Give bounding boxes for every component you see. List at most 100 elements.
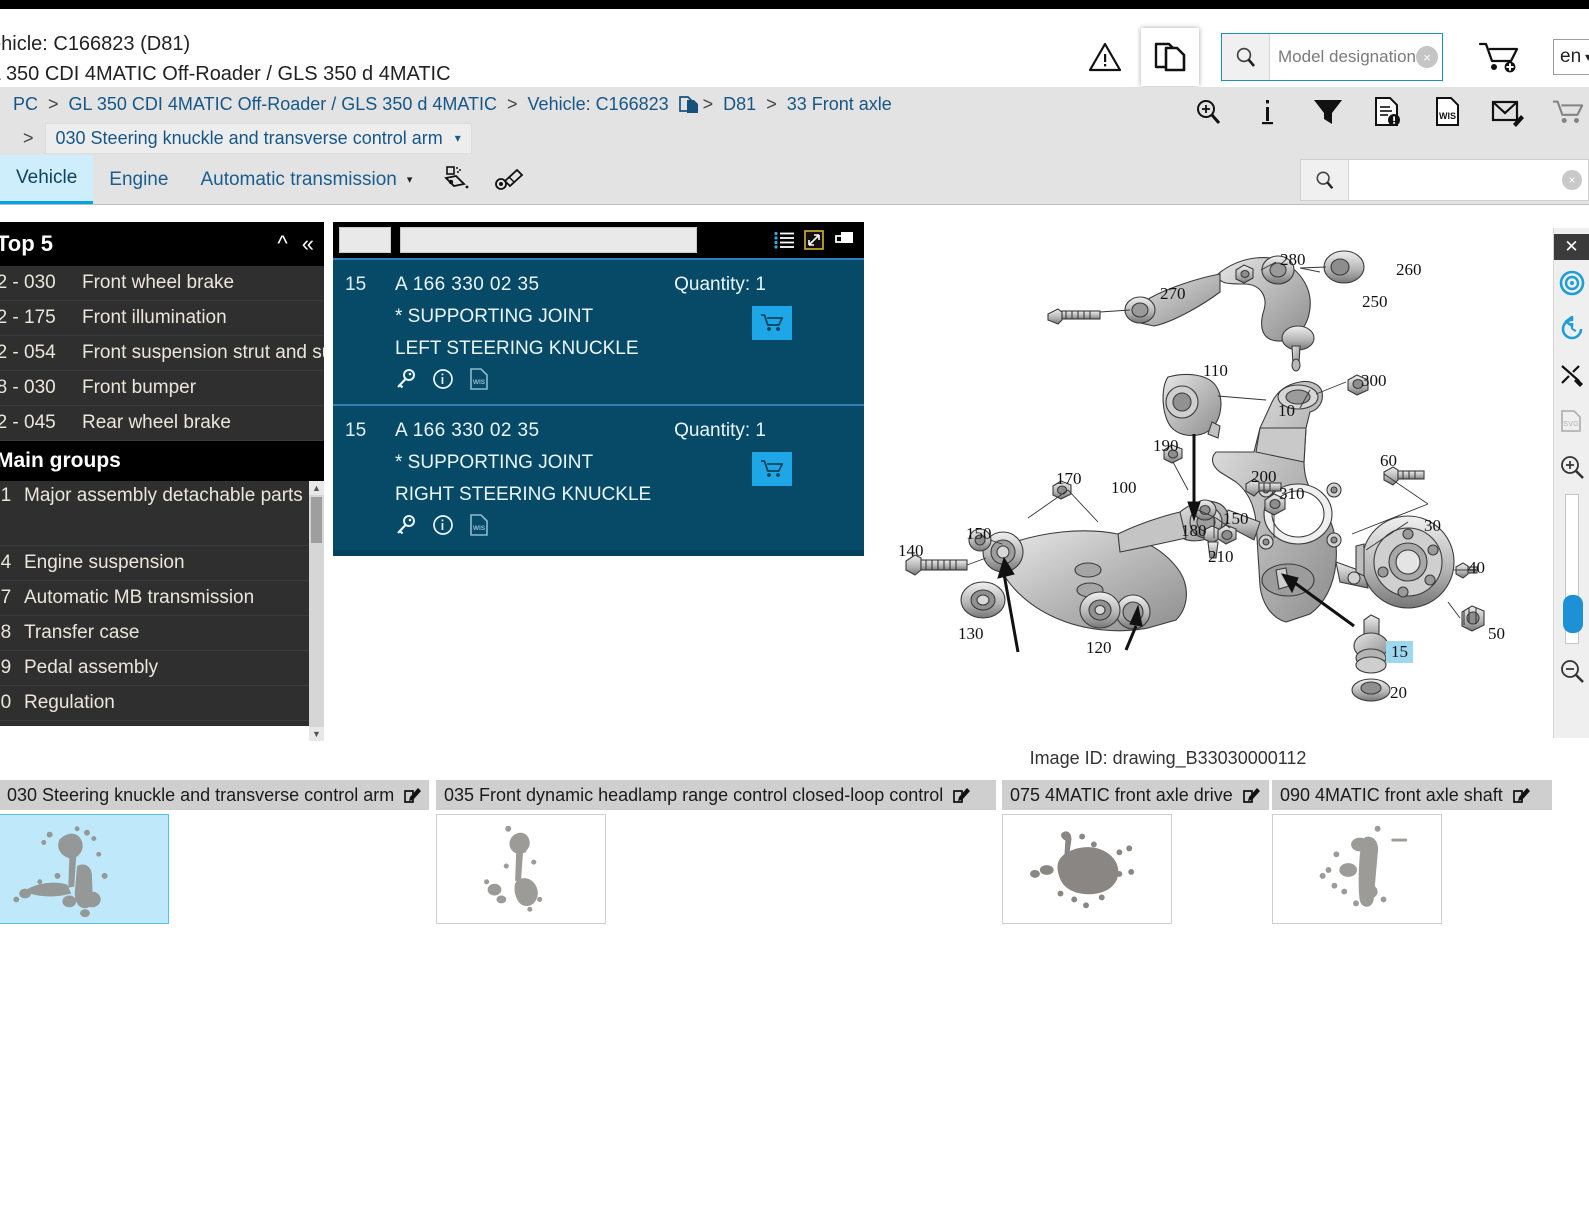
hide-markers-icon[interactable] bbox=[1554, 352, 1589, 398]
copy-documents-icon[interactable] bbox=[1141, 28, 1199, 86]
wis-document-icon[interactable]: WIS bbox=[1431, 93, 1465, 131]
thumbnail-group-1[interactable]: 035 Front dynamic headlamp range control… bbox=[436, 780, 996, 924]
scroll-down-icon[interactable]: ▼ bbox=[309, 727, 324, 741]
target-icon[interactable] bbox=[1554, 260, 1589, 306]
breadcrumb-current-label: 030 Steering knuckle and transverse cont… bbox=[55, 127, 443, 148]
top5-label: Front suspension strut and su... bbox=[82, 342, 324, 363]
sidebar-item-group-24[interactable]: 24 Engine suspension bbox=[0, 546, 324, 581]
sidebar-item-group-28[interactable]: 28 Transfer case bbox=[0, 616, 324, 651]
callout-180: 180 bbox=[1181, 521, 1207, 540]
parts-row-2[interactable]: 15 A 166 330 02 35 * SUPPORTING JOINT RI… bbox=[333, 404, 864, 550]
part-row-icons: WIS bbox=[395, 368, 864, 390]
language-selector[interactable]: en ▾ bbox=[1553, 39, 1589, 75]
thumbnail-group-2[interactable]: 075 4MATIC front axle drive bbox=[1002, 780, 1269, 924]
callout-120: 120 bbox=[1086, 638, 1112, 657]
key-icon[interactable] bbox=[395, 368, 417, 390]
tab-automatic-transmission[interactable]: Automatic transmission ▾ bbox=[184, 155, 428, 204]
svg-export-icon[interactable]: SVG bbox=[1554, 398, 1589, 444]
breadcrumb-current-node[interactable]: 030 Steering knuckle and transverse cont… bbox=[44, 122, 472, 154]
tab-search-input[interactable] bbox=[1349, 160, 1588, 200]
thumbnail-caption-2[interactable]: 075 4MATIC front axle drive bbox=[1002, 780, 1269, 810]
breadcrumb-item-pc[interactable]: PC bbox=[13, 94, 38, 115]
sidebar-item-group-30[interactable]: 30 Regulation bbox=[0, 686, 324, 721]
clear-tab-search-icon[interactable]: × bbox=[1562, 170, 1582, 190]
info-circle-icon[interactable] bbox=[432, 514, 454, 536]
clear-model-search-icon[interactable]: × bbox=[1416, 46, 1438, 68]
main-groups-scrollbar[interactable]: ▲ ▼ bbox=[309, 481, 324, 741]
sidebar-item-group-21[interactable]: 21 Major assembly detachable parts bbox=[0, 481, 324, 546]
edit-icon[interactable] bbox=[404, 787, 422, 804]
callout-15-highlighted[interactable]: 15 bbox=[1386, 641, 1413, 663]
list-view-icon[interactable] bbox=[774, 231, 794, 249]
breadcrumb-sep: > bbox=[507, 93, 518, 114]
scroll-up-icon[interactable]: ▲ bbox=[309, 481, 324, 495]
warning-triangle-icon[interactable] bbox=[1083, 35, 1127, 79]
callout-300: 300 bbox=[1361, 371, 1387, 390]
thumbnail-image-1[interactable] bbox=[436, 814, 606, 924]
part-desc-secondary: LEFT STEERING KNUCKLE bbox=[395, 338, 639, 359]
edit-icon[interactable] bbox=[953, 787, 971, 804]
parts-row-1[interactable]: 15 A 166 330 02 35 * SUPPORTING JOINT LE… bbox=[333, 258, 864, 404]
parts-filter-text-field[interactable] bbox=[400, 227, 697, 253]
document-alert-icon[interactable] bbox=[1371, 93, 1405, 131]
parts-filter-pos-field[interactable] bbox=[339, 227, 391, 253]
thumbnail-group-0[interactable]: 030 Steering knuckle and transverse cont… bbox=[0, 780, 429, 924]
double-chevron-left-icon[interactable]: « bbox=[302, 231, 314, 257]
info-circle-icon[interactable] bbox=[432, 368, 454, 390]
copy-icon[interactable] bbox=[834, 230, 856, 250]
chevron-up-icon[interactable]: ^ bbox=[277, 231, 287, 257]
zoom-slider[interactable] bbox=[1562, 494, 1583, 644]
filter-icon[interactable] bbox=[1311, 93, 1345, 131]
callout-200: 200 bbox=[1251, 467, 1277, 486]
tab-search-box[interactable]: × bbox=[1300, 159, 1589, 201]
thumbnail-image-0[interactable] bbox=[0, 814, 169, 924]
breadcrumb-item-front-axle[interactable]: 33 Front axle bbox=[787, 94, 892, 115]
drawing-canvas[interactable]: 280 260 270 250 110 300 10 190 60 170 10… bbox=[868, 222, 1548, 726]
zoom-slider-handle[interactable] bbox=[1562, 595, 1583, 633]
tool-bolt-icon[interactable] bbox=[490, 161, 528, 199]
edit-icon[interactable] bbox=[1512, 787, 1530, 804]
sidebar-item-top5-0[interactable]: 42 - 030 Front wheel brake bbox=[0, 266, 324, 301]
copy-icon[interactable] bbox=[678, 93, 700, 115]
wis-document-icon[interactable]: WIS bbox=[469, 368, 489, 390]
sidebar-item-top5-2[interactable]: 82 - 054 Front suspension strut and su..… bbox=[0, 336, 324, 371]
thumbnail-image-3[interactable] bbox=[1272, 814, 1442, 924]
mail-edit-icon[interactable] bbox=[1491, 93, 1525, 131]
paint-spray-icon[interactable] bbox=[438, 161, 476, 199]
sidebar-item-top5-1[interactable]: 82 - 175 Front illumination bbox=[0, 301, 324, 336]
wis-document-icon[interactable]: WIS bbox=[469, 514, 489, 536]
rotate-history-icon[interactable] bbox=[1554, 306, 1589, 352]
tab-vehicle[interactable]: Vehicle bbox=[0, 155, 94, 204]
breadcrumb-item-vehicle[interactable]: Vehicle: C166823 bbox=[528, 94, 669, 115]
cart-icon[interactable] bbox=[1551, 93, 1585, 131]
expand-icon[interactable] bbox=[804, 230, 824, 250]
sidebar-item-group-29[interactable]: 29 Pedal assembly bbox=[0, 651, 324, 686]
callout-20: 20 bbox=[1390, 683, 1407, 702]
breadcrumb-item-model[interactable]: GL 350 CDI 4MATIC Off-Roader / GLS 350 d… bbox=[69, 94, 498, 115]
sidebar-item-top5-3[interactable]: 88 - 030 Front bumper bbox=[0, 371, 324, 406]
add-to-cart-icon[interactable] bbox=[1471, 40, 1531, 74]
scrollbar-thumb[interactable] bbox=[311, 497, 322, 543]
sidebar-item-group-27[interactable]: 27 Automatic MB transmission bbox=[0, 581, 324, 616]
module-tabbar: Vehicle Engine Automatic transmission ▾ bbox=[0, 155, 1589, 205]
zoom-in-icon[interactable] bbox=[1554, 444, 1589, 490]
add-part-to-cart-button[interactable] bbox=[752, 306, 792, 340]
zoom-out-icon[interactable] bbox=[1554, 648, 1589, 694]
sidebar-item-top5-4[interactable]: 42 - 045 Rear wheel brake bbox=[0, 406, 324, 441]
model-search-box[interactable]: × bbox=[1221, 33, 1443, 81]
tab-engine[interactable]: Engine bbox=[93, 155, 184, 204]
breadcrumb-item-d81[interactable]: D81 bbox=[723, 94, 756, 115]
thumbnail-caption-3[interactable]: 090 4MATIC front axle shaft bbox=[1272, 780, 1552, 810]
thumbnail-image-2[interactable] bbox=[1002, 814, 1172, 924]
thumbnail-caption-0[interactable]: 030 Steering knuckle and transverse cont… bbox=[0, 780, 429, 810]
info-icon[interactable] bbox=[1251, 93, 1285, 131]
quantity-label: Quantity: bbox=[674, 274, 751, 295]
technical-drawing-viewer[interactable]: 280 260 270 250 110 300 10 190 60 170 10… bbox=[868, 222, 1589, 726]
thumbnail-group-3[interactable]: 090 4MATIC front axle shaft bbox=[1272, 780, 1552, 924]
zoom-in-icon[interactable] bbox=[1191, 93, 1225, 131]
key-icon[interactable] bbox=[395, 514, 417, 536]
add-part-to-cart-button[interactable] bbox=[752, 452, 792, 486]
edit-icon[interactable] bbox=[1242, 787, 1260, 804]
close-icon[interactable]: ✕ bbox=[1553, 234, 1589, 260]
thumbnail-caption-1[interactable]: 035 Front dynamic headlamp range control… bbox=[436, 780, 996, 810]
